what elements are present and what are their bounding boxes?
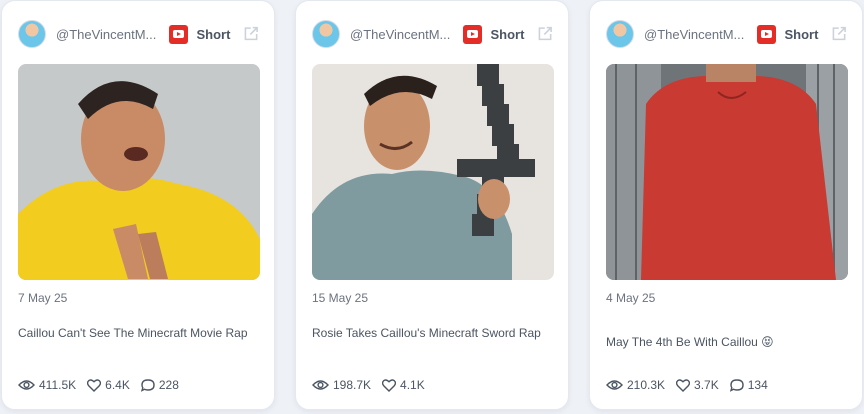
views-count: 411.5K xyxy=(39,378,77,392)
comments-count: 134 xyxy=(747,378,768,392)
channel-handle[interactable]: @TheVincentM... xyxy=(350,27,453,42)
likes-count: 3.7K xyxy=(694,378,719,392)
youtube-icon xyxy=(169,24,189,44)
likes-count: 6.4K xyxy=(105,378,130,392)
likes-stat: 6.4K xyxy=(87,378,130,392)
card-header: @TheVincentM... Short xyxy=(18,18,260,50)
external-link-icon[interactable] xyxy=(536,25,554,43)
views-count: 210.3K xyxy=(627,378,666,392)
post-date: 7 May 25 xyxy=(18,291,68,305)
heart-icon xyxy=(87,378,102,392)
channel-handle[interactable]: @TheVincentM... xyxy=(644,27,747,42)
platform-label: Short xyxy=(490,26,525,42)
post-date: 4 May 25 xyxy=(606,291,656,305)
engagement-stats: 198.7K 4.1K xyxy=(312,378,436,392)
comments-count: 228 xyxy=(158,378,179,392)
eye-icon xyxy=(606,380,623,390)
video-title[interactable]: Caillou Can't See The Minecraft Movie Ra… xyxy=(18,324,260,342)
engagement-stats: 210.3K 3.7K 134 xyxy=(606,378,779,392)
comments-stat: 228 xyxy=(140,378,179,392)
video-thumbnail[interactable] xyxy=(606,64,848,280)
external-link-icon[interactable] xyxy=(242,25,260,43)
video-thumbnail[interactable] xyxy=(18,64,260,280)
heart-icon xyxy=(382,378,397,392)
platform-label: Short xyxy=(196,26,231,42)
eye-icon xyxy=(312,380,329,390)
comment-icon xyxy=(140,378,155,392)
likes-stat: 3.7K xyxy=(676,378,719,392)
heart-icon xyxy=(676,378,691,392)
post-card[interactable]: @TheVincentM... Short 7 May 25 Caillou C… xyxy=(1,0,275,410)
channel-handle[interactable]: @TheVincentM... xyxy=(56,27,159,42)
video-thumbnail[interactable] xyxy=(312,64,554,280)
likes-stat: 4.1K xyxy=(382,378,425,392)
views-stat: 411.5K xyxy=(18,378,76,392)
comments-stat: 134 xyxy=(729,378,768,392)
comment-icon xyxy=(729,378,744,392)
avatar[interactable] xyxy=(312,20,340,48)
platform-label: Short xyxy=(784,26,819,42)
views-count: 198.7K xyxy=(333,378,372,392)
video-title[interactable]: Rosie Takes Caillou's Minecraft Sword Ra… xyxy=(312,324,554,342)
views-stat: 198.7K xyxy=(312,378,371,392)
avatar[interactable] xyxy=(606,20,634,48)
external-link-icon[interactable] xyxy=(830,25,848,43)
avatar[interactable] xyxy=(18,20,46,48)
video-title[interactable]: May The 4th Be With Caillou 😝 xyxy=(606,333,848,351)
likes-count: 4.1K xyxy=(400,378,425,392)
post-card[interactable]: @TheVincentM... Short 4 May 25 May The 4… xyxy=(589,0,863,410)
youtube-icon xyxy=(757,24,777,44)
card-header: @TheVincentM... Short xyxy=(606,18,848,50)
post-date: 15 May 25 xyxy=(312,291,369,305)
card-header: @TheVincentM... Short xyxy=(312,18,554,50)
eye-icon xyxy=(18,380,35,390)
engagement-stats: 411.5K 6.4K 228 xyxy=(18,378,190,392)
youtube-icon xyxy=(463,24,483,44)
post-card[interactable]: @TheVincentM... Short 15 May 25 Rosie Ta… xyxy=(295,0,569,410)
views-stat: 210.3K xyxy=(606,378,665,392)
